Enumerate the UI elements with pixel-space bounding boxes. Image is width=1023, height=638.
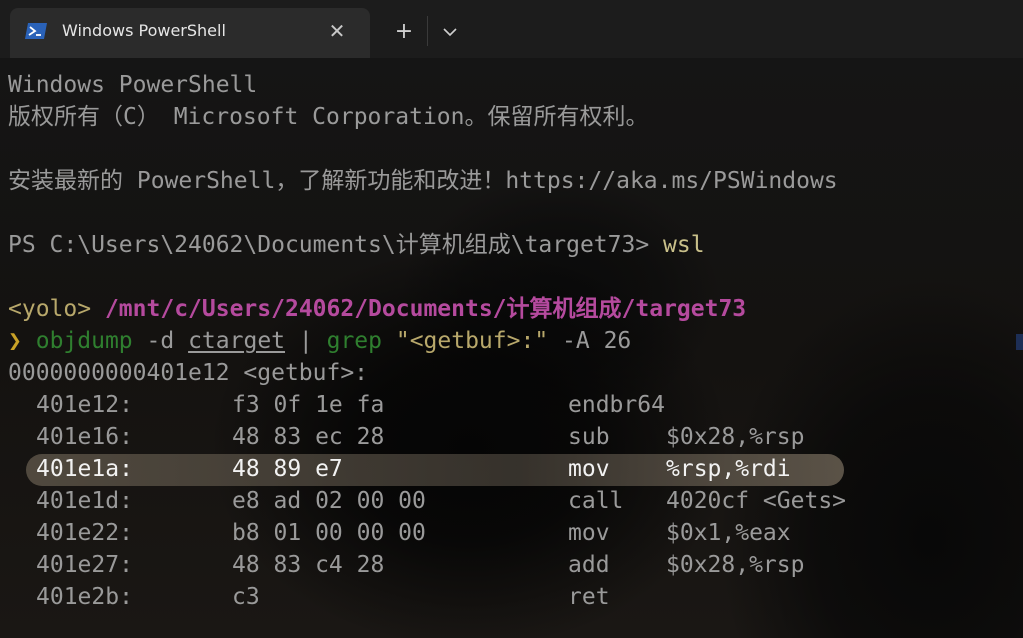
new-tab-button[interactable]: + xyxy=(390,18,418,46)
powershell-icon xyxy=(25,23,47,39)
cmd-objdump: objdump xyxy=(35,328,133,354)
cmd-flag-a: -A 26 xyxy=(562,328,632,354)
banner-title: Windows PowerShell xyxy=(8,72,258,98)
disasm-mnemonic: sub xyxy=(568,424,610,450)
disasm-mnemonic: call xyxy=(568,488,624,514)
disasm-mnemonic: ret xyxy=(568,584,610,610)
cmd-pipe: | xyxy=(298,328,313,354)
disasm-bytes: 48 83 c4 28 xyxy=(232,552,385,578)
disasm-mnemonic: mov xyxy=(568,520,610,546)
shell-prompt-line: <yolo> /mnt/c/Users/24062/Documents/计算机组… xyxy=(8,294,746,324)
tab-title: Windows PowerShell xyxy=(62,21,226,40)
disasm-address: 401e22: xyxy=(36,520,133,546)
cmd-grep: grep xyxy=(326,328,382,354)
disasm-operands: $0x1,%eax xyxy=(666,520,791,546)
update-notice: 安装最新的 PowerShell，了解新功能和改进！https://aka.ms… xyxy=(8,168,838,194)
disasm-operands: %rsp,%rdi xyxy=(666,456,791,482)
tab-bar: Windows PowerShell ✕ + xyxy=(0,0,1023,58)
cmd-target: ctarget xyxy=(188,328,286,354)
disasm-address: 401e1d: xyxy=(36,488,133,514)
disasm-address: 401e12: xyxy=(36,392,133,418)
disasm-bytes: f3 0f 1e fa xyxy=(232,392,385,418)
copyright-line: 版权所有（C） Microsoft Corporation。保留所有权利。 xyxy=(8,104,649,130)
disasm-address: 401e16: xyxy=(36,424,133,450)
disasm-mnemonic: add xyxy=(568,552,610,578)
disasm-address: 401e2b: xyxy=(36,584,133,610)
disasm-operands: $0x28,%rsp xyxy=(666,552,805,578)
ps-prompt-line: PS C:\Users\24062\Documents\计算机组成\target… xyxy=(8,230,705,260)
disasm-bytes: 48 89 e7 xyxy=(232,456,343,482)
disasm-address: 401e1a: xyxy=(36,456,133,482)
disasm-address: 401e27: xyxy=(36,552,133,578)
disasm-operands: 4020cf <Gets> xyxy=(666,488,847,514)
disasm-operands: $0x28,%rsp xyxy=(666,424,805,450)
terminal-window: Windows PowerShell ✕ + Windows PowerShel… xyxy=(0,0,1023,638)
disasm-bytes: 48 83 ec 28 xyxy=(232,424,385,450)
shell-host: <yolo> xyxy=(8,296,92,322)
disasm-mnemonic: endbr64 xyxy=(568,392,665,418)
disasm-bytes: c3 xyxy=(232,584,260,610)
ps-command: wsl xyxy=(663,232,705,258)
scrollbar-mark[interactable] xyxy=(1016,334,1023,350)
func-header: 0000000000401e12 <getbuf>: xyxy=(8,360,369,386)
prompt-arrow: ❯ xyxy=(8,328,22,354)
disasm-mnemonic: mov xyxy=(568,456,610,482)
disasm-bytes: e8 ad 02 00 00 xyxy=(232,488,426,514)
close-icon[interactable]: ✕ xyxy=(326,20,348,42)
shell-path: /mnt/c/Users/24062/Documents/计算机组成/targe… xyxy=(104,296,747,322)
cmd-pattern: "<getbuf>:" xyxy=(395,328,549,354)
disasm-bytes: b8 01 00 00 00 xyxy=(232,520,426,546)
terminal-output[interactable]: Windows PowerShell 版权所有（C） Microsoft Cor… xyxy=(0,58,1023,638)
tab-divider xyxy=(427,16,428,46)
chevron-down-icon[interactable] xyxy=(436,18,464,46)
tab-windows-powershell[interactable]: Windows PowerShell ✕ xyxy=(10,8,370,58)
command-line: ❯ objdump -d ctarget | grep "<getbuf>:" … xyxy=(8,326,631,356)
ps-prompt: PS C:\Users\24062\Documents\计算机组成\target… xyxy=(8,232,664,258)
cmd-flag-d: -d xyxy=(146,328,175,354)
